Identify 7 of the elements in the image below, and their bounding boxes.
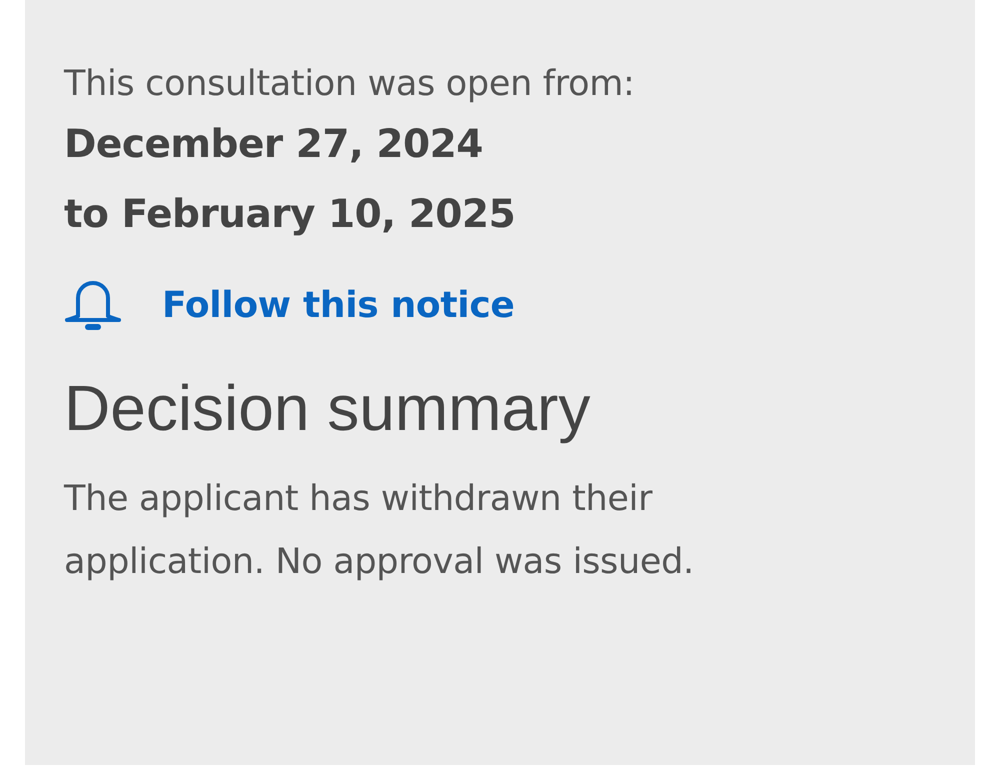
decision-text: The applicant has withdrawn their application. No approval was issued. <box>64 478 695 584</box>
end-date: to February 10, 2025 <box>64 191 516 239</box>
start-date: December 27, 2024 <box>64 121 483 169</box>
bell-icon <box>64 278 122 332</box>
follow-link[interactable]: Follow this notice <box>64 278 514 332</box>
section-heading: Decision summary <box>64 371 590 446</box>
consultation-intro: This consultation was open from: <box>64 63 635 106</box>
